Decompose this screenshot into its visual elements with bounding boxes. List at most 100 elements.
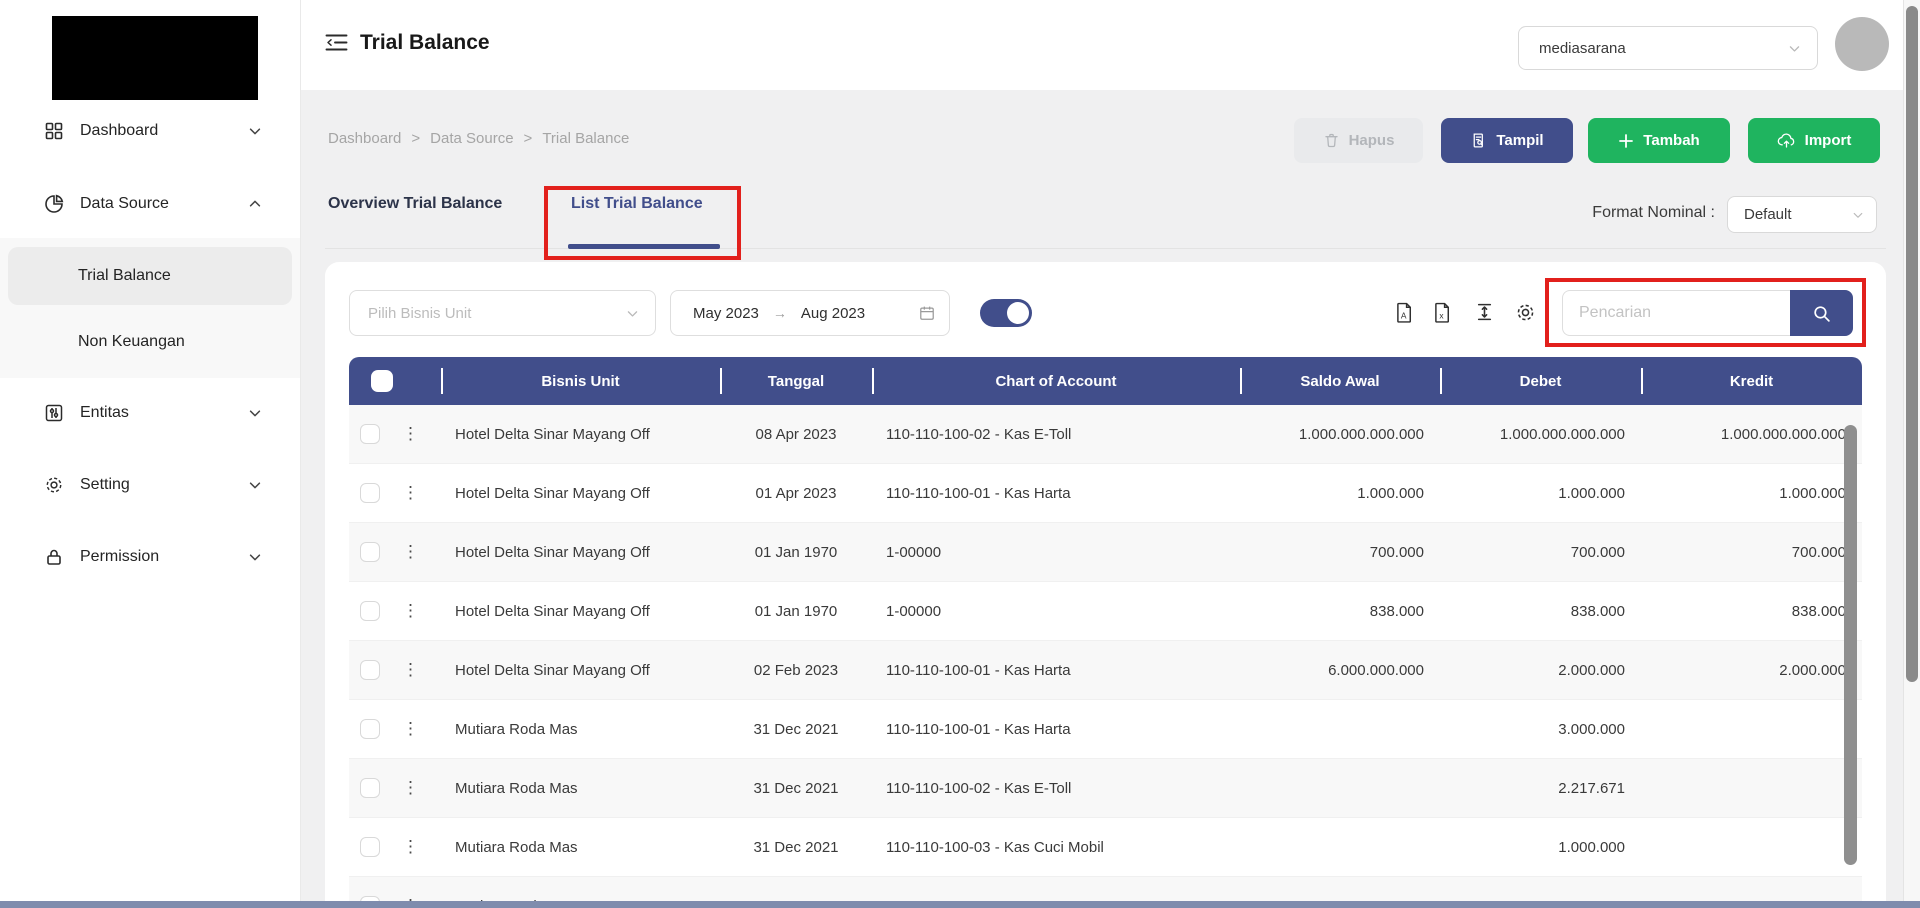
row-actions-menu-icon[interactable]: ⋮ <box>402 483 419 503</box>
active-tab-underline <box>568 244 720 249</box>
column-header-kredit[interactable]: Kredit <box>1641 357 1862 405</box>
tab-overview-trial-balance[interactable]: Overview Trial Balance <box>328 195 502 213</box>
cell-tanggal: 01 Jan 1970 <box>720 523 872 581</box>
hapus-button[interactable]: Hapus <box>1294 118 1423 163</box>
page-scrollbar-track[interactable] <box>1903 0 1920 901</box>
table-settings-gear-icon[interactable] <box>1515 302 1536 323</box>
sidebar-item-setting[interactable]: Setting <box>0 462 300 508</box>
search-button[interactable] <box>1790 290 1853 336</box>
breadcrumb-item[interactable]: Trial Balance <box>542 130 629 147</box>
format-nominal-select[interactable]: Default <box>1727 196 1877 233</box>
export-excel-icon[interactable]: x <box>1433 302 1452 323</box>
cell-chart-of-account: 110-110-100-02 - Kas E-Toll <box>872 759 1240 817</box>
import-button[interactable]: Import <box>1748 118 1880 163</box>
cell-debet: 838.000 <box>1440 582 1641 640</box>
company-select[interactable]: mediasarana <box>1518 26 1818 70</box>
column-header-saldo-awal[interactable]: Saldo Awal <box>1240 357 1440 405</box>
breadcrumb-item[interactable]: Data Source <box>430 130 513 147</box>
toggle-switch[interactable] <box>980 299 1032 327</box>
row-actions-menu-icon[interactable]: ⋮ <box>402 424 419 444</box>
sidebar-item-entitas[interactable]: Entitas <box>0 390 300 436</box>
tab-list-trial-balance[interactable]: List Trial Balance <box>571 195 703 213</box>
row-actions-menu-icon[interactable]: ⋮ <box>402 660 419 680</box>
tambah-button[interactable]: Tambah <box>1588 118 1730 163</box>
page-scrollbar-thumb[interactable] <box>1906 6 1918 682</box>
row-checkbox[interactable] <box>360 837 380 857</box>
date-range-picker[interactable]: May 2023 → Aug 2023 <box>670 290 950 336</box>
menu-fold-icon[interactable] <box>325 33 348 52</box>
cell-kredit: 838.000 <box>1641 582 1862 640</box>
row-checkbox[interactable] <box>360 483 380 503</box>
format-nominal-label: Format Nominal : <box>1540 204 1715 222</box>
tampil-button[interactable]: Tampil <box>1441 118 1573 163</box>
calendar-icon <box>919 305 935 321</box>
column-header-tanggal[interactable]: Tanggal <box>720 357 872 405</box>
business-unit-select[interactable]: Pilih Bisnis Unit <box>349 290 656 336</box>
column-header-bisnis-unit[interactable]: Bisnis Unit <box>441 357 720 405</box>
sidebar-item-non-keuangan[interactable]: Non Keuangan <box>8 313 292 371</box>
cell-bisnis-unit: Mutiara Roda Mas <box>441 700 720 758</box>
hapus-button-label: Hapus <box>1349 132 1395 149</box>
cloud-upload-icon <box>1777 132 1796 149</box>
chevron-up-icon <box>248 197 262 211</box>
breadcrumb: Dashboard > Data Source > Trial Balance <box>328 130 629 147</box>
sidebar-item-label: Setting <box>80 476 130 494</box>
cell-tanggal: 31 Dec 2021 <box>720 818 872 876</box>
cell-chart-of-account: 110-110-100-01 - Kas Harta <box>872 700 1240 758</box>
svg-text:x: x <box>1439 310 1444 320</box>
table-scrollbar[interactable] <box>1844 425 1857 865</box>
app-logo <box>52 16 258 100</box>
row-actions-menu-icon[interactable]: ⋮ <box>402 837 419 857</box>
chevron-down-icon <box>1852 209 1864 221</box>
sidebar-item-permission[interactable]: Permission <box>0 534 300 580</box>
trash-icon <box>1323 132 1340 149</box>
select-all-checkbox[interactable] <box>371 370 393 392</box>
cell-bisnis-unit: Hotel Delta Sinar Mayang Off <box>441 523 720 581</box>
row-checkbox[interactable] <box>360 601 380 621</box>
row-checkbox[interactable] <box>360 719 380 739</box>
table-row: ⋮Hotel Delta Sinar Mayang Off08 Apr 2023… <box>349 405 1862 464</box>
breadcrumb-item[interactable]: Dashboard <box>328 130 401 147</box>
search-input[interactable] <box>1562 290 1790 336</box>
business-unit-placeholder: Pilih Bisnis Unit <box>368 305 471 322</box>
row-checkbox[interactable] <box>360 778 380 798</box>
trial-balance-table: Bisnis Unit Tanggal Chart of Account Sal… <box>349 357 1862 908</box>
cell-chart-of-account: 110-110-100-02 - Kas E-Toll <box>872 405 1240 463</box>
column-header-debet[interactable]: Debet <box>1440 357 1641 405</box>
cell-tanggal: 08 Apr 2023 <box>720 405 872 463</box>
chevron-down-icon <box>248 478 262 492</box>
row-actions-menu-icon[interactable]: ⋮ <box>402 778 419 798</box>
tambah-button-label: Tambah <box>1643 132 1699 149</box>
cell-saldo-awal: 838.000 <box>1240 582 1440 640</box>
sidebar-item-data-source[interactable]: Data Source <box>0 181 300 227</box>
row-checkbox[interactable] <box>360 424 380 444</box>
gear-icon <box>44 475 66 495</box>
cell-kredit: 1.000.000 <box>1641 464 1862 522</box>
cell-chart-of-account: 1-00000 <box>872 523 1240 581</box>
column-header-chart-of-account[interactable]: Chart of Account <box>872 357 1240 405</box>
table-row: ⋮Hotel Delta Sinar Mayang Off01 Jan 1970… <box>349 582 1862 641</box>
row-actions-menu-icon[interactable]: ⋮ <box>402 601 419 621</box>
cell-saldo-awal <box>1240 700 1440 758</box>
row-actions-menu-icon[interactable]: ⋮ <box>402 542 419 562</box>
cell-kredit <box>1641 700 1862 758</box>
cell-tanggal: 31 Dec 2021 <box>720 759 872 817</box>
row-checkbox[interactable] <box>360 542 380 562</box>
avatar[interactable] <box>1835 17 1889 71</box>
row-height-icon[interactable] <box>1475 302 1494 322</box>
row-actions-menu-icon[interactable]: ⋮ <box>402 719 419 739</box>
cell-kredit: 2.000.000 <box>1641 641 1862 699</box>
cell-kredit: 700.000 <box>1641 523 1862 581</box>
chevron-down-icon <box>248 124 262 138</box>
tabs-divider <box>325 248 1886 249</box>
export-pdf-icon[interactable]: A <box>1395 302 1414 323</box>
app-window: Dashboard Data Source Trial Balance Non … <box>0 0 1920 908</box>
cell-tanggal: 31 Dec 2021 <box>720 700 872 758</box>
sidebar-item-trial-balance[interactable]: Trial Balance <box>8 247 292 305</box>
pie-chart-icon <box>44 194 66 214</box>
cell-kredit <box>1641 759 1862 817</box>
sidebar: Dashboard Data Source Trial Balance Non … <box>0 0 301 901</box>
row-checkbox[interactable] <box>360 660 380 680</box>
sidebar-item-label: Dashboard <box>80 122 158 140</box>
sidebar-item-dashboard[interactable]: Dashboard <box>0 108 300 154</box>
